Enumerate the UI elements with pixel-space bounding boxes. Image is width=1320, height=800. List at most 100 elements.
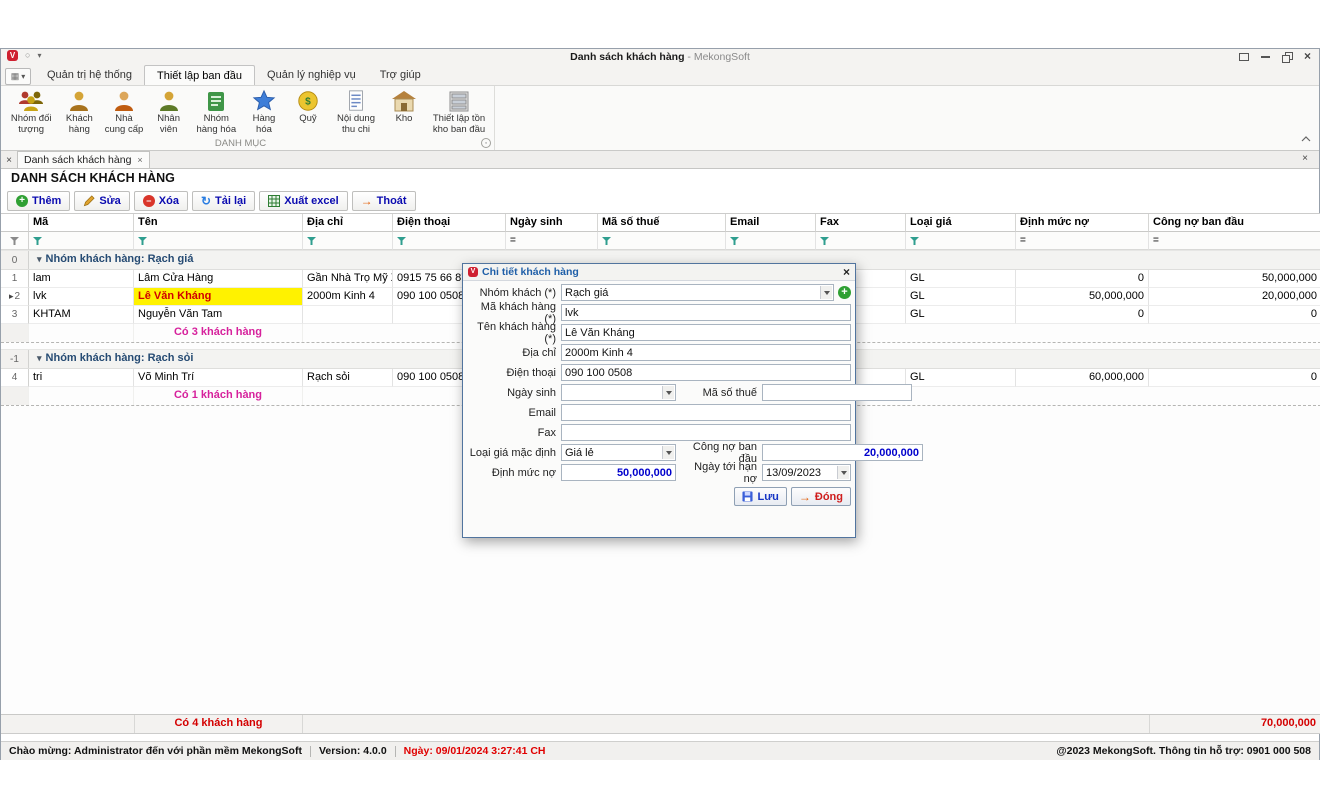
ribbon-item-hang-hoa[interactable]: Hàng hóa: [242, 88, 286, 136]
ribbon-item-nhan-vien[interactable]: Nhân viên: [147, 88, 191, 136]
filter-icon: [307, 237, 316, 245]
restore-icon[interactable]: [1282, 52, 1292, 61]
group-dialog-launcher-icon[interactable]: [481, 138, 491, 148]
tab-thiet-lap-ban-dau[interactable]: Thiết lập ban đầu: [144, 65, 255, 85]
fullscreen-icon[interactable]: [1239, 53, 1249, 61]
nhom-khach-combo[interactable]: Rạch giá: [561, 284, 834, 301]
filter-ma-so-thue[interactable]: [598, 232, 726, 250]
dialog-title-bar[interactable]: Chi tiết khách hàng: [463, 264, 855, 281]
dialog-title: Chi tiết khách hàng: [482, 266, 839, 278]
delete-button[interactable]: Xóa: [134, 191, 188, 211]
ribbon-item-kho[interactable]: Kho: [382, 88, 426, 126]
strip-close-icon[interactable]: [1297, 151, 1313, 166]
ribbon-collapse-icon[interactable]: [1301, 129, 1311, 147]
chevron-down-icon: [21, 72, 25, 81]
header-dia-chi[interactable]: Địa chỉ: [303, 214, 393, 232]
version-text: Version: 4.0.0: [319, 745, 387, 757]
ma-khach-hang-field[interactable]: [561, 304, 851, 321]
export-excel-button[interactable]: Xuất excel: [259, 191, 347, 211]
chevron-down-icon[interactable]: [662, 446, 674, 459]
group-expand-icon[interactable]: [37, 352, 46, 364]
app-logo-icon: [468, 267, 478, 277]
header-dinh-muc-no[interactable]: Định mức nợ: [1016, 214, 1149, 232]
ribbon-item-khach-hang[interactable]: Khách hàng: [57, 88, 101, 136]
tab-quan-tri-he-thong[interactable]: Quản trị hệ thống: [35, 65, 144, 85]
filter-dia-chi[interactable]: [303, 232, 393, 250]
quick-access-icon[interactable]: [25, 50, 30, 61]
close-button[interactable]: Đóng: [791, 487, 851, 506]
tab-quan-ly-nghiep-vu[interactable]: Quản lý nghiệp vụ: [255, 65, 368, 85]
filter-ngay-sinh[interactable]: =: [506, 232, 598, 250]
save-button[interactable]: Lưu: [734, 487, 786, 506]
header-cong-no-ban-dau[interactable]: Công nợ ban đầu: [1149, 214, 1320, 232]
filter-dinh-muc-no[interactable]: =: [1016, 232, 1149, 250]
dinh-muc-no-field[interactable]: [561, 464, 676, 481]
loai-gia-combo[interactable]: Giá lẻ: [561, 444, 676, 461]
dialog-close-icon[interactable]: [843, 266, 850, 278]
header-ma[interactable]: Mã: [29, 214, 134, 232]
ribbon-item-nha-cung-cap[interactable]: Nhà cung cấp: [101, 88, 146, 136]
loai-gia-label: Loại giá mặc định: [467, 447, 559, 459]
status-bar: Chào mừng: Administrator đến với phần mề…: [1, 741, 1319, 760]
star-icon: [251, 89, 277, 113]
filter-icon: [730, 237, 739, 245]
dia-chi-label: Địa chỉ: [467, 347, 559, 359]
ngay-han-no-label: Ngày tới hạn nợ: [678, 461, 760, 485]
tab-close-icon[interactable]: [137, 154, 142, 166]
header-email[interactable]: Email: [726, 214, 816, 232]
window-controls: [1239, 52, 1311, 61]
close-icon[interactable]: [1304, 52, 1311, 61]
quick-access-dropdown-icon[interactable]: [37, 50, 41, 61]
ma-so-thue-field[interactable]: [762, 384, 912, 401]
filter-email[interactable]: [726, 232, 816, 250]
app-logo-icon[interactable]: [7, 50, 18, 61]
chevron-down-icon[interactable]: [662, 386, 674, 399]
ngay-han-no-combo[interactable]: 13/09/2023: [762, 464, 851, 481]
close-all-tabs-icon[interactable]: [1, 153, 17, 168]
header-fax[interactable]: Fax: [816, 214, 906, 232]
doc-tab-danh-sach-khach-hang[interactable]: Danh sách khách hàng: [17, 151, 150, 168]
filter-cong-no[interactable]: =: [1149, 232, 1320, 250]
product-group-icon: [203, 89, 229, 113]
ribbon-item-thiet-lap-ton-kho[interactable]: Thiết lập tồn kho ban đầu: [426, 88, 492, 136]
ribbon-item-nhom-doi-tuong[interactable]: Nhóm đối tượng: [5, 88, 57, 136]
tab-tro-giup[interactable]: Trợ giúp: [368, 65, 433, 85]
dia-chi-field[interactable]: [561, 344, 851, 361]
filter-fax[interactable]: [816, 232, 906, 250]
chevron-down-icon[interactable]: [820, 286, 832, 299]
dinh-muc-no-label: Định mức nợ: [467, 467, 559, 479]
ngay-sinh-combo[interactable]: [561, 384, 676, 401]
filter-dien-thoai[interactable]: [393, 232, 506, 250]
edit-button[interactable]: Sửa: [74, 191, 129, 211]
ribbon-item-noi-dung-thu-chi[interactable]: Nội dung thu chi: [330, 88, 382, 136]
dien-thoai-field[interactable]: [561, 364, 851, 381]
header-dien-thoai[interactable]: Điện thoại: [393, 214, 506, 232]
filter-loai-gia[interactable]: [906, 232, 1016, 250]
exit-icon: [361, 195, 373, 207]
ribbon-item-quy[interactable]: $ Quỹ: [286, 88, 330, 126]
ribbon-item-nhom-hang-hoa[interactable]: Nhóm hàng hóa: [191, 88, 242, 136]
chevron-down-icon[interactable]: [837, 466, 849, 479]
warehouse-icon: [391, 89, 417, 113]
ten-khach-hang-field[interactable]: [561, 324, 851, 341]
ribbon-app-button[interactable]: [5, 68, 31, 85]
excel-icon: [268, 195, 280, 207]
filter-ma[interactable]: [29, 232, 134, 250]
header-ten[interactable]: Tên: [134, 214, 303, 232]
filter-indicator[interactable]: [1, 232, 29, 250]
header-ma-so-thue[interactable]: Mã số thuế: [598, 214, 726, 232]
header-loai-gia[interactable]: Loại giá: [906, 214, 1016, 232]
email-field[interactable]: [561, 404, 851, 421]
group-expand-icon[interactable]: [37, 253, 46, 265]
header-ngay-sinh[interactable]: Ngày sinh: [506, 214, 598, 232]
filter-ten[interactable]: [134, 232, 303, 250]
cong-no-field[interactable]: [762, 444, 923, 461]
add-group-button[interactable]: [838, 286, 851, 299]
add-button[interactable]: Thêm: [7, 191, 70, 211]
grid-icon: [11, 71, 20, 82]
date-text: Ngày: 09/01/2024 3:27:41 CH: [404, 745, 546, 757]
minimize-icon[interactable]: [1261, 55, 1270, 58]
exit-button[interactable]: Thoát: [352, 191, 416, 211]
fax-field[interactable]: [561, 424, 851, 441]
reload-button[interactable]: Tải lại: [192, 191, 255, 211]
